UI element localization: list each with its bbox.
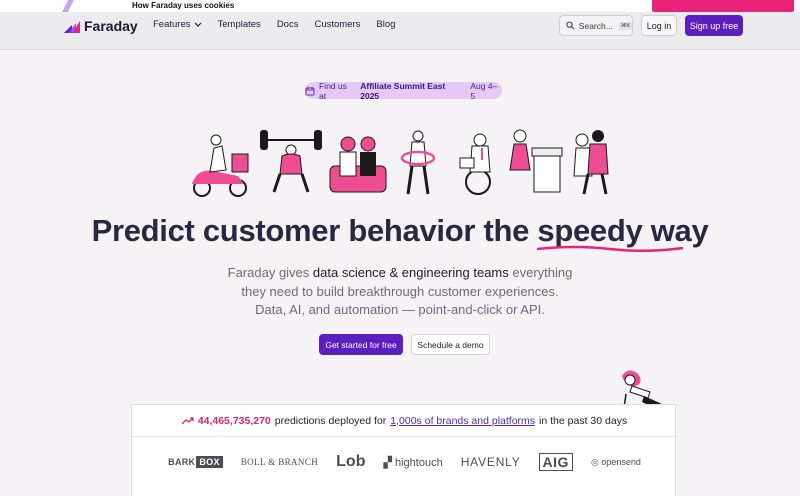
signup-button[interactable]: Sign up free (685, 15, 743, 36)
logo-aig: AIG (538, 453, 573, 471)
cookie-banner-text: How Faraday uses cookies (132, 1, 235, 10)
printer-person-illustration (509, 129, 563, 193)
cookie-logo-icon (62, 0, 74, 12)
search-label: Search... (578, 20, 613, 31)
customer-logos: BARK BOX BOLL & BRANCH Lob ▞ hightouch HA… (132, 453, 677, 471)
logo-opensend: ◎ opensend (590, 456, 641, 467)
cookie-banner: How Faraday uses cookies (0, 0, 800, 12)
hula-hoop-illustration (400, 130, 436, 195)
logo-boll-branch: BOLL & BRANCH (240, 457, 319, 467)
couple-sofa-illustration (329, 136, 387, 193)
announcement-event: Affiliate Summit East 2025 (360, 80, 446, 101)
logo-hightouch: ▞ hightouch (383, 456, 443, 469)
chevron-down-icon (194, 22, 201, 27)
get-started-button[interactable]: Get started for free (319, 334, 403, 355)
brand-logo[interactable]: Faraday (64, 16, 138, 36)
prediction-count: 44,465,735,270 (197, 414, 271, 427)
brand-name: Faraday (84, 18, 138, 34)
headline-highlight: speedy way (537, 213, 709, 253)
top-nav: Faraday Features Templates Docs Customer… (0, 12, 800, 50)
hero-illustrations (192, 129, 609, 197)
hero-subheadline: Faraday gives data science & engineering… (227, 265, 573, 317)
hugging-pair-illustration (573, 130, 609, 195)
faraday-logo-icon (64, 21, 80, 33)
search-button[interactable]: Search... ⌘K (559, 15, 633, 36)
opensend-mark-icon: ◎ (590, 456, 602, 467)
announcement-pill[interactable]: Find us at Affiliate Summit East 2025 Au… (305, 80, 502, 101)
weightlifter-illustration (260, 130, 322, 193)
brands-platforms-link[interactable]: 1,000s of brands and platforms (390, 415, 535, 427)
announcement-prefix: Find us at (318, 80, 347, 101)
nav-link-templates[interactable]: Templates (218, 19, 261, 30)
nav-link-blog[interactable]: Blog (376, 19, 395, 30)
login-button[interactable]: Log in (641, 15, 677, 36)
search-icon (566, 21, 575, 30)
announcement-dates: Aug 4–5 (470, 80, 498, 101)
logo-havenly: HAVENLY (460, 455, 521, 469)
nav-link-docs[interactable]: Docs (277, 19, 299, 30)
calendar-icon (305, 86, 315, 95)
search-shortcut: ⌘K (618, 21, 632, 30)
prediction-stat: 44,465,735,270 predictions deployed for … (132, 405, 677, 437)
nav-links: Features Templates Docs Customers Blog (153, 19, 395, 30)
logo-lob: Lob (336, 453, 366, 470)
trend-up-icon (181, 416, 194, 424)
social-proof-card: 44,465,735,270 predictions deployed for … (131, 404, 677, 496)
cookie-accept-button[interactable] (652, 0, 794, 12)
wheelchair-user-illustration (459, 133, 491, 195)
logo-barkbox: BARK BOX (168, 456, 223, 468)
nav-link-features[interactable]: Features (153, 19, 202, 30)
hightouch-mark-icon: ▞ (383, 456, 395, 469)
hero-headline: Predict customer behavior the speedy way (0, 213, 800, 253)
nav-link-customers[interactable]: Customers (314, 19, 360, 30)
schedule-demo-button[interactable]: Schedule a demo (411, 334, 490, 355)
underline-squiggle-icon (537, 245, 684, 253)
scooter-rider-illustration (192, 134, 249, 197)
